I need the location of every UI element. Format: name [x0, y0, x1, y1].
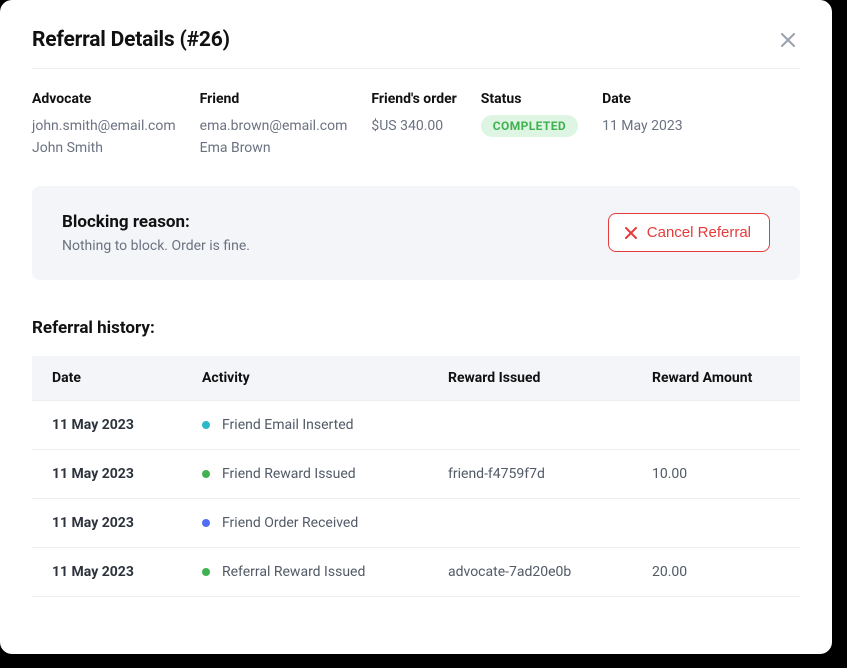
- cell-amount: 20.00: [632, 547, 800, 596]
- col-date: Date: [32, 356, 182, 401]
- cell-activity: Friend Reward Issued: [182, 449, 428, 498]
- page-title: Referral Details (#26): [32, 28, 230, 52]
- table-row: 11 May 2023 Friend Email Inserted: [32, 400, 800, 449]
- cell-date: 11 May 2023: [32, 547, 182, 596]
- col-reward: Reward Issued: [428, 356, 632, 401]
- activity-text: Friend Email Inserted: [222, 417, 354, 433]
- history-title: Referral history:: [32, 318, 800, 338]
- advocate-block: Advocate john.smith@email.com John Smith: [32, 91, 176, 160]
- cancel-icon: [625, 227, 637, 239]
- date-label: Date: [602, 91, 683, 107]
- cell-amount: [632, 400, 800, 449]
- order-value: $US 340.00: [371, 115, 456, 137]
- activity-text: Referral Reward Issued: [222, 564, 365, 580]
- cell-date: 11 May 2023: [32, 498, 182, 547]
- blocking-panel: Blocking reason: Nothing to block. Order…: [32, 186, 800, 280]
- date-block: Date 11 May 2023: [602, 91, 683, 160]
- cell-date: 11 May 2023: [32, 400, 182, 449]
- blocking-title: Blocking reason:: [62, 212, 250, 232]
- col-activity: Activity: [182, 356, 428, 401]
- table-row: 11 May 2023 Friend Reward Issued friend-…: [32, 449, 800, 498]
- cell-reward: [428, 400, 632, 449]
- activity-text: Friend Reward Issued: [222, 466, 356, 482]
- cell-activity: Friend Order Received: [182, 498, 428, 547]
- cancel-referral-label: Cancel Referral: [647, 224, 751, 241]
- status-label: Status: [481, 91, 578, 107]
- blocking-message: Nothing to block. Order is fine.: [62, 238, 250, 254]
- cell-amount: [632, 498, 800, 547]
- activity-dot-icon: [202, 568, 210, 576]
- order-block: Friend's order $US 340.00: [371, 91, 456, 160]
- cell-amount: 10.00: [632, 449, 800, 498]
- friend-name: Ema Brown: [200, 137, 348, 159]
- cell-activity: Referral Reward Issued: [182, 547, 428, 596]
- history-table: Date Activity Reward Issued Reward Amoun…: [32, 356, 800, 597]
- friend-block: Friend ema.brown@email.com Ema Brown: [200, 91, 348, 160]
- close-icon: [781, 33, 795, 47]
- cell-reward: advocate-7ad20e0b: [428, 547, 632, 596]
- panel-header: Referral Details (#26): [32, 28, 800, 69]
- activity-dot-icon: [202, 470, 210, 478]
- advocate-email: john.smith@email.com: [32, 115, 176, 137]
- friend-label: Friend: [200, 91, 348, 107]
- friend-email: ema.brown@email.com: [200, 115, 348, 137]
- table-row: 11 May 2023 Friend Order Received: [32, 498, 800, 547]
- cell-reward: friend-f4759f7d: [428, 449, 632, 498]
- cell-activity: Friend Email Inserted: [182, 400, 428, 449]
- status-badge: COMPLETED: [481, 115, 578, 137]
- referral-details-panel: Referral Details (#26) Advocate john.smi…: [0, 0, 832, 654]
- cell-reward: [428, 498, 632, 547]
- history-body: 11 May 2023 Friend Email Inserted 11 May…: [32, 400, 800, 596]
- advocate-name: John Smith: [32, 137, 176, 159]
- table-row: 11 May 2023 Referral Reward Issued advoc…: [32, 547, 800, 596]
- activity-dot-icon: [202, 519, 210, 527]
- close-button[interactable]: [776, 28, 800, 52]
- activity-dot-icon: [202, 421, 210, 429]
- status-block: Status COMPLETED: [481, 91, 578, 160]
- advocate-label: Advocate: [32, 91, 176, 107]
- activity-text: Friend Order Received: [222, 515, 358, 531]
- summary-row: Advocate john.smith@email.com John Smith…: [32, 69, 800, 186]
- cancel-referral-button[interactable]: Cancel Referral: [608, 213, 770, 252]
- date-value: 11 May 2023: [602, 115, 683, 137]
- blocking-text: Blocking reason: Nothing to block. Order…: [62, 212, 250, 254]
- table-header-row: Date Activity Reward Issued Reward Amoun…: [32, 356, 800, 401]
- order-label: Friend's order: [371, 91, 456, 107]
- col-amount: Reward Amount: [632, 356, 800, 401]
- cell-date: 11 May 2023: [32, 449, 182, 498]
